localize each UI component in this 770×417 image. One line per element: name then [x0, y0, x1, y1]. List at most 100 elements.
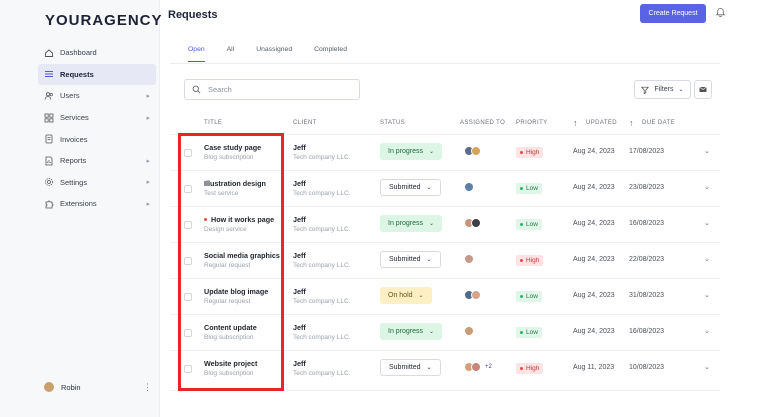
sidebar-item-label: Dashboard: [60, 48, 97, 58]
updated-date: Aug 24, 2023: [573, 184, 615, 191]
column-client[interactable]: CLIENT: [293, 120, 317, 126]
chevron-right-icon: ▸: [146, 92, 150, 100]
chevron-down-icon[interactable]: ⌄: [704, 327, 710, 335]
priority-dot-icon: [520, 223, 523, 226]
due-date: 10/08/2023: [629, 364, 665, 371]
sidebar: YOURAGENCY Dashboard Requests Users ▸ Servic…: [0, 0, 162, 417]
sidebar-item-reports[interactable]: Reports ▸: [38, 150, 156, 172]
avatar: [464, 254, 474, 264]
sidebar-item-label: Invoices: [60, 134, 88, 144]
tab-divider: [170, 63, 720, 64]
client-company: Tech company LLC.: [293, 298, 351, 305]
assignees[interactable]: [464, 254, 474, 264]
column-due-date[interactable]: DUE DATE: [642, 120, 675, 126]
priority-badge: High: [516, 363, 544, 374]
priority-dot-icon: [520, 187, 523, 190]
status-label: Submitted: [389, 184, 421, 191]
priority-label: High: [526, 257, 540, 264]
sidebar-item-label: Users: [60, 91, 80, 101]
more-options-icon[interactable]: ⋮: [143, 382, 152, 393]
status-dropdown[interactable]: In progress ⌄: [380, 143, 443, 160]
assignees[interactable]: [464, 218, 481, 228]
sort-up-icon[interactable]: ↑: [573, 118, 578, 128]
filters-label: Filters: [654, 86, 674, 93]
sidebar-item-label: Requests: [60, 69, 94, 79]
assignees[interactable]: [464, 290, 481, 300]
tab-all[interactable]: All: [227, 46, 235, 62]
sidebar-item-settings[interactable]: Settings ▸: [38, 172, 156, 194]
avatar: [471, 218, 481, 228]
chevron-down-icon[interactable]: ⌄: [704, 219, 710, 227]
sidebar-item-label: Settings: [60, 177, 88, 187]
status-dropdown[interactable]: In progress ⌄: [380, 323, 443, 340]
priority-label: High: [526, 149, 540, 156]
status-dropdown[interactable]: Submitted ⌄: [380, 179, 441, 196]
tab-completed[interactable]: Completed: [314, 46, 347, 62]
chevron-down-icon: ⌄: [426, 257, 432, 263]
client-name: Jeff: [293, 359, 306, 368]
assignees[interactable]: +2: [464, 362, 492, 372]
column-priority[interactable]: PRIORITY: [516, 120, 548, 126]
chevron-right-icon: ▸: [146, 200, 150, 208]
sidebar-item-label: Reports: [60, 156, 87, 166]
user-name: Robin: [61, 382, 81, 392]
tab-open[interactable]: Open: [188, 46, 205, 62]
chevron-down-icon[interactable]: ⌄: [704, 183, 710, 191]
avatar: [471, 290, 481, 300]
chevron-down-icon: ⌄: [678, 87, 684, 93]
assignees[interactable]: [464, 182, 474, 192]
priority-badge: Low: [516, 183, 542, 194]
sidebar-item-dashboard[interactable]: Dashboard: [38, 42, 156, 64]
sidebar-item-extensions[interactable]: Extensions ▸: [38, 193, 156, 215]
sidebar-item-label: Services: [60, 113, 89, 123]
tab-unassigned[interactable]: Unassigned: [256, 46, 292, 62]
gear-icon: [45, 178, 53, 187]
sidebar-item-services[interactable]: Services ▸: [38, 107, 156, 129]
export-button[interactable]: [694, 80, 712, 99]
user-profile[interactable]: Robin ⋮: [44, 382, 156, 392]
assignees[interactable]: [464, 146, 481, 156]
chevron-down-icon: ⌄: [418, 293, 424, 299]
report-icon: [45, 156, 53, 166]
column-title[interactable]: TITLE: [204, 120, 222, 126]
chevron-down-icon[interactable]: ⌄: [704, 255, 710, 263]
chevron-down-icon[interactable]: ⌄: [704, 147, 710, 155]
client-name: Jeff: [293, 143, 306, 152]
status-dropdown[interactable]: On hold ⌄: [380, 287, 432, 304]
priority-badge: Low: [516, 291, 542, 302]
assignees[interactable]: [464, 326, 474, 336]
client-company: Tech company LLC.: [293, 154, 351, 161]
sort-up-icon[interactable]: ↑: [629, 118, 634, 128]
priority-label: Low: [526, 221, 538, 228]
client-company: Tech company LLC.: [293, 262, 351, 269]
chevron-down-icon: ⌄: [429, 221, 435, 227]
status-dropdown[interactable]: Submitted ⌄: [380, 251, 441, 268]
bell-icon[interactable]: [715, 7, 726, 18]
status-dropdown[interactable]: Submitted ⌄: [380, 359, 441, 376]
column-updated[interactable]: UPDATED: [586, 120, 617, 126]
list-icon: [45, 71, 53, 78]
updated-date: Aug 24, 2023: [573, 220, 615, 227]
status-dropdown[interactable]: In progress ⌄: [380, 215, 443, 232]
due-date: 16/08/2023: [629, 220, 665, 227]
search-input[interactable]: Search: [184, 79, 360, 100]
avatar: [464, 182, 474, 192]
client-name: Jeff: [293, 215, 306, 224]
sidebar-item-label: Extensions: [60, 199, 97, 209]
users-icon: [44, 92, 53, 100]
priority-badge: Low: [516, 327, 542, 338]
column-status[interactable]: STATUS: [380, 120, 405, 126]
sidebar-item-invoices[interactable]: Invoices: [38, 128, 156, 150]
sidebar-item-users[interactable]: Users ▸: [38, 85, 156, 107]
client-name: Jeff: [293, 287, 306, 296]
page-title: Requests: [168, 9, 218, 21]
sidebar-item-requests[interactable]: Requests: [38, 63, 156, 86]
chevron-down-icon[interactable]: ⌄: [704, 363, 710, 371]
column-assigned[interactable]: ASSIGNED TO: [460, 120, 505, 126]
chevron-down-icon[interactable]: ⌄: [704, 291, 710, 299]
table-header: TITLE CLIENT STATUS ASSIGNED TO PRIORITY…: [170, 118, 720, 132]
filters-button[interactable]: Filters ⌄: [634, 80, 691, 99]
create-request-button[interactable]: Create Request: [640, 4, 706, 23]
chevron-right-icon: ▸: [146, 179, 150, 187]
priority-badge: High: [516, 255, 544, 266]
